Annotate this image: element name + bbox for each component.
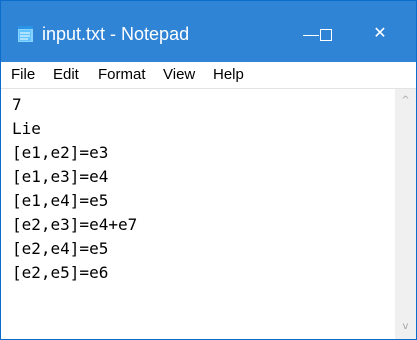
scroll-up-icon[interactable]: ^ [395, 91, 416, 111]
text-line: [e1,e3]=e4 [12, 167, 109, 186]
scroll-down-icon[interactable]: v [395, 317, 416, 337]
menu-help[interactable]: Help [213, 66, 244, 84]
text-line: [e2,e5]=e6 [12, 263, 109, 282]
notepad-window: input.txt - Notepad ✕ File Edit Format V… [0, 0, 417, 340]
close-icon: ✕ [373, 23, 387, 42]
text-line: [e1,e4]=e5 [12, 191, 109, 210]
menu-view[interactable]: View [163, 66, 195, 84]
close-button[interactable]: ✕ [344, 1, 416, 62]
title-bar[interactable]: input.txt - Notepad ✕ [1, 1, 416, 62]
menu-edit[interactable]: Edit [53, 66, 79, 84]
menu-file[interactable]: File [11, 66, 35, 84]
text-line: [e1,e2]=e3 [12, 143, 109, 162]
vertical-scrollbar[interactable]: ^ v [395, 89, 416, 339]
text-line: [e2,e4]=e5 [12, 239, 109, 258]
menu-bar: File Edit Format View Help [1, 62, 416, 89]
menu-format[interactable]: Format [98, 66, 146, 84]
notepad-icon [17, 25, 35, 43]
maximize-icon [320, 29, 332, 41]
text-editor[interactable]: 7 Lie [e1,e2]=e3 [e1,e3]=e4 [e1,e4]=e5 [… [1, 89, 395, 339]
text-line: Lie [12, 119, 41, 138]
text-line: 7 [12, 95, 22, 114]
text-line: [e2,e3]=e4+e7 [12, 215, 138, 234]
window-title: input.txt - Notepad [42, 24, 190, 44]
